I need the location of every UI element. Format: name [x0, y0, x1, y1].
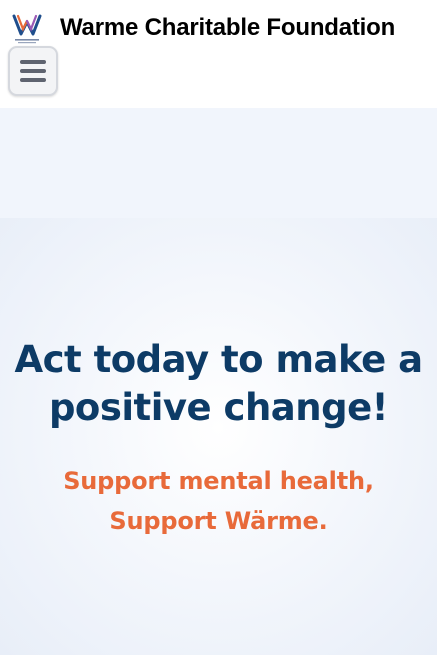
- hamburger-menu-icon: [20, 69, 46, 73]
- hero-section: Act today to make a positive change! Sup…: [0, 218, 437, 655]
- hamburger-menu-icon: [20, 78, 46, 82]
- light-band: [0, 108, 437, 218]
- hero-subheading-line1: Support mental health,: [63, 467, 374, 495]
- hero-subheading: Support mental health, Support Wärme.: [0, 461, 437, 541]
- hamburger-menu-button[interactable]: [8, 46, 58, 96]
- hero-heading: Act today to make a positive change!: [0, 336, 437, 432]
- hero-heading-text: Act today to make a positive change!: [14, 338, 423, 429]
- hero-subheading-line2: Support Wärme.: [109, 507, 328, 535]
- hamburger-menu-icon: [20, 60, 46, 64]
- site-title[interactable]: Warme Charitable Foundation: [60, 14, 395, 42]
- warme-logo-icon[interactable]: [12, 12, 42, 46]
- site-header: Warme Charitable Foundation: [0, 0, 437, 108]
